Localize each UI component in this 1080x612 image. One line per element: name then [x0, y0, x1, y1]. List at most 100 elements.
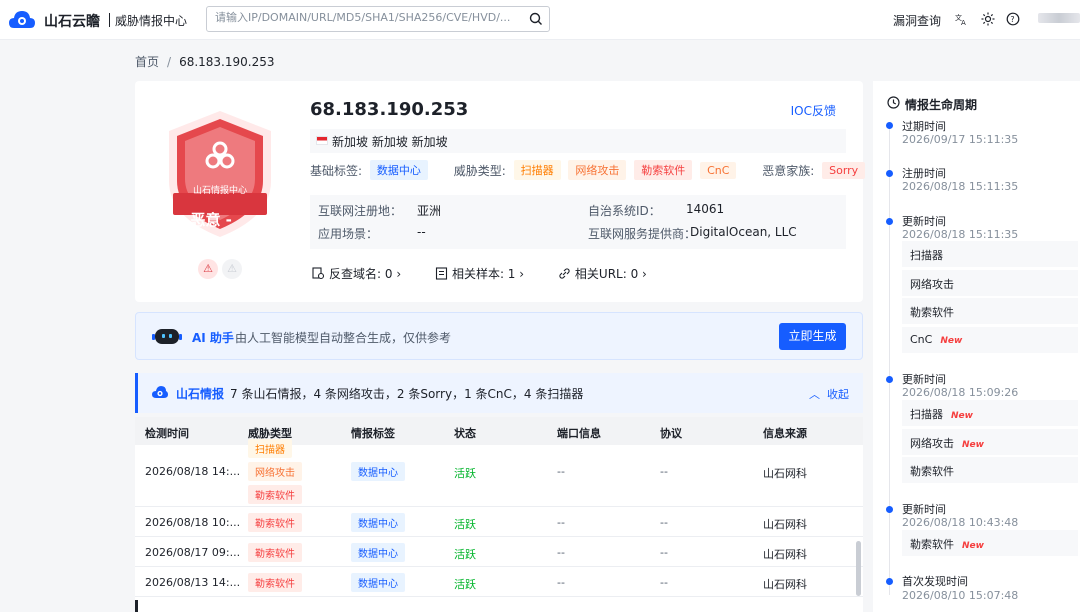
- event-item: 网络攻击 New: [902, 429, 1078, 455]
- detect-time: 2026/08/18 10:...: [145, 516, 241, 529]
- verdict-label: - 恶意 -: [179, 211, 232, 229]
- ioc-feedback-link[interactable]: IOC反馈: [791, 102, 836, 119]
- table-row[interactable]: 2026/08/13 14:... 勒索软件 数据中心 活跃 -- -- 山石网…: [135, 568, 863, 597]
- safe-mini-icon[interactable]: ⚠: [222, 259, 242, 279]
- search-icon[interactable]: [529, 12, 543, 26]
- singapore-flag-icon: [316, 136, 328, 145]
- protocol: --: [660, 546, 668, 559]
- info-source: 山石网科: [763, 518, 807, 531]
- collapse-label: 收起: [827, 388, 849, 401]
- asn-label: 自治系统ID：: [588, 204, 661, 218]
- event-item: 扫描器 New: [902, 400, 1078, 426]
- event-label: 过期时间: [902, 120, 946, 133]
- port-info: --: [557, 465, 565, 478]
- column-header[interactable]: 状态: [454, 425, 476, 441]
- vuln-query-link[interactable]: 漏洞查询: [893, 12, 941, 29]
- domain-search-icon: [312, 267, 325, 280]
- port-info: --: [557, 546, 565, 559]
- threat-tag[interactable]: 扫描器: [513, 160, 561, 180]
- breadcrumb-home[interactable]: 首页: [135, 55, 159, 69]
- related-links: 反查域名: 0 › 相关样本: 1 › 相关URL: 0 ›: [312, 265, 677, 282]
- protocol: --: [660, 465, 668, 478]
- event-item-text: 扫描器: [910, 408, 943, 421]
- malicious-mini-icon[interactable]: ⚠: [198, 259, 218, 279]
- column-header[interactable]: 协议: [660, 425, 682, 441]
- clock-icon: [887, 96, 900, 109]
- threat-tag[interactable]: 网络攻击: [568, 160, 627, 180]
- intel-header: 山石情报 7 条山石情报，4 条网络攻击，2 条Sorry，1 条CnC，4 条…: [135, 373, 863, 413]
- ai-assistant-bar: AI 助手 由人工智能模型自动整合生成，仅供参考 立即生成: [135, 312, 863, 360]
- timeline-dot: [886, 218, 893, 225]
- brand-name[interactable]: 山石云瞻: [44, 11, 100, 31]
- link-icon: [559, 268, 570, 279]
- threat-tag[interactable]: CnC: [700, 161, 737, 179]
- event-time: 2026/09/17 15:11:35: [902, 133, 1019, 146]
- scene-label: 应用场景：: [318, 227, 379, 241]
- related-samples-link[interactable]: 相关样本: 1 ›: [435, 265, 524, 282]
- threat-tag[interactable]: 勒索软件: [634, 160, 693, 180]
- user-avatar[interactable]: [1038, 13, 1080, 23]
- intel-tag: 数据中心: [351, 513, 405, 532]
- threat-tag: 勒索软件: [248, 573, 302, 592]
- registry-value: 亚洲: [417, 204, 442, 218]
- brand-divider: [109, 13, 110, 27]
- event-item-text: CnC: [910, 333, 933, 346]
- event-time: 2026/08/10 15:07:48: [902, 589, 1019, 602]
- brand-subtitle: 威胁情报中心: [115, 14, 188, 28]
- timeline-dot: [886, 376, 893, 383]
- event-item-text: 网络攻击: [910, 437, 954, 450]
- event-item-text: 扫描器: [910, 249, 943, 262]
- collapse-toggle[interactable]: ︿ 收起: [809, 386, 849, 402]
- timeline-dot: [886, 122, 893, 129]
- logo-icon[interactable]: [8, 8, 36, 32]
- intel-summary: 7 条山石情报，4 条网络攻击，2 条Sorry，1 条CnC，4 条扫描器: [230, 387, 584, 401]
- related-urls-link[interactable]: 相关URL: 0 ›: [558, 265, 647, 282]
- basic-tags-label: 基础标签:: [310, 163, 363, 178]
- event-time: 2026/08/18 15:11:35: [902, 228, 1019, 241]
- protocol: --: [660, 576, 668, 589]
- status: 活跃: [454, 548, 476, 561]
- event-label: 更新时间: [902, 373, 946, 386]
- family-tag[interactable]: Sorry: [822, 161, 866, 179]
- table-header: 检测时间 威胁类型 情报标签 状态 端口信息 协议 信息来源: [135, 417, 863, 445]
- table-row[interactable]: 扫描器 网络攻击 勒索软件 2026/08/18 14:... 数据中心 活跃 …: [135, 439, 863, 507]
- svg-text:A: A: [961, 19, 966, 26]
- reverse-domain-link[interactable]: 反查域名: 0 ›: [312, 265, 401, 282]
- basic-tag[interactable]: 数据中心: [369, 160, 428, 180]
- event-label: 更新时间: [902, 503, 946, 516]
- table-scrollbar[interactable]: [856, 541, 861, 596]
- help-icon[interactable]: ?: [1006, 12, 1020, 26]
- column-header[interactable]: 检测时间: [145, 425, 189, 441]
- info-source: 山石网科: [763, 548, 807, 561]
- event-item: CnC New: [902, 327, 1078, 353]
- status: 活跃: [454, 518, 476, 531]
- port-info: --: [557, 576, 565, 589]
- event-label: 更新时间: [902, 215, 946, 228]
- search-box[interactable]: [206, 6, 550, 32]
- isp-value: DigitalOcean, LLC: [690, 225, 797, 239]
- breadcrumb-separator: /: [167, 55, 172, 69]
- new-badge-icon: New: [940, 336, 963, 346]
- translate-icon[interactable]: 文 A: [955, 12, 969, 26]
- event-time: 2026/08/18 15:09:26: [902, 386, 1019, 399]
- event-time: 2026/08/18 10:43:48: [902, 516, 1019, 529]
- ai-description: 由人工智能模型自动整合生成，仅供参考: [235, 331, 452, 345]
- threat-types-label: 威胁类型:: [453, 163, 506, 178]
- search-input[interactable]: [215, 11, 515, 24]
- sun-icon[interactable]: [981, 12, 995, 26]
- column-header[interactable]: 端口信息: [557, 425, 601, 441]
- lifecycle-panel: 情报生命周期 过期时间 2026/09/17 15:11:35 注册时间 202…: [873, 81, 1080, 612]
- intel-table: 检测时间 威胁类型 情报标签 状态 端口信息 协议 信息来源 扫描器 网络攻击 …: [135, 417, 863, 612]
- column-header[interactable]: 信息来源: [763, 425, 807, 441]
- protocol: --: [660, 516, 668, 529]
- table-row[interactable]: 2026/08/17 09:... 勒索软件 数据中心 活跃 -- -- 山石网…: [135, 538, 863, 567]
- column-header[interactable]: 情报标签: [351, 425, 395, 441]
- event-time: 2026/08/18 15:11:35: [902, 180, 1019, 193]
- event-item-text: 勒索软件: [910, 465, 954, 478]
- timeline-dot: [886, 506, 893, 513]
- threat-tag: 勒索软件: [248, 543, 302, 562]
- table-row[interactable]: 2026/08/18 10:... 勒索软件 数据中心 活跃 -- -- 山石网…: [135, 508, 863, 537]
- info-panel: 互联网注册地： 亚洲 自治系统ID： 14061 应用场景： -- 互联网服务提…: [310, 195, 846, 249]
- intel-tag: 数据中心: [351, 543, 405, 562]
- generate-button[interactable]: 立即生成: [779, 323, 846, 350]
